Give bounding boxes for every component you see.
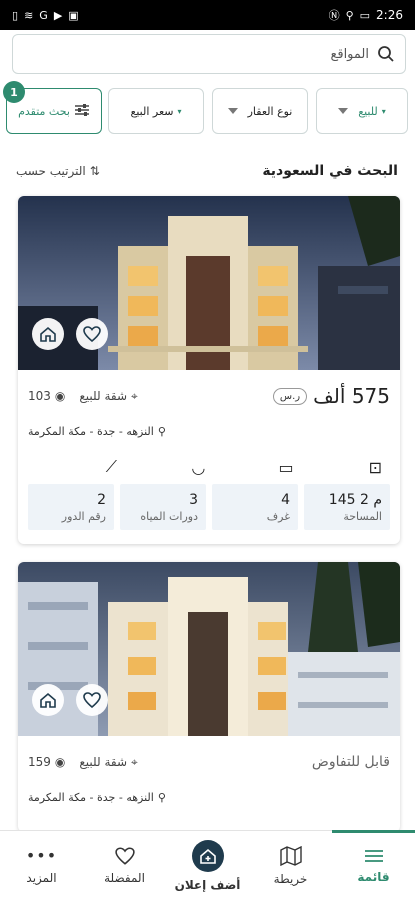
chevron-down-icon: ▾ [177, 106, 182, 116]
add-listing-circle [191, 839, 224, 872]
bed-icon: ▭ [278, 457, 294, 477]
listing-meta: 159 ◉ شقة للبيع ⌖ [28, 755, 138, 770]
advanced-search-label: بحث متقدم [18, 104, 70, 118]
listing-photo[interactable] [18, 196, 400, 370]
chevron-down-icon: ▾ [381, 106, 386, 116]
price-box: 575 ألف ر.س [272, 384, 390, 408]
location-icon: ⚲ [345, 8, 354, 22]
spec-cells-row: 2 رقم الدور 3 دورات المياه 4 غرف 145 م 2… [28, 484, 390, 530]
results-title: البحث في السعودية [262, 163, 398, 179]
results-header: الترتيب حسب ⇅ البحث في السعودية [16, 158, 398, 184]
spec-icons-row: ⟋ ◡ ▭ ⊡ [28, 456, 390, 478]
location-pin-icon: ⚲ [157, 424, 166, 438]
more-dots-icon: ••• [25, 846, 58, 865]
category-tag: شقة للبيع ⌖ [79, 388, 138, 404]
property-type-label: نوع العقار [247, 104, 293, 118]
price-filter-label: سعر البيع [130, 104, 174, 118]
views-count: 159 ◉ [28, 755, 66, 769]
map-icon [279, 845, 302, 866]
eye-icon: ◉ [54, 755, 66, 769]
tag-icon: ⌖ [131, 754, 138, 769]
listing-summary-row: 103 ◉ شقة للبيع ⌖ 575 ألف ر.س [18, 376, 400, 416]
listing-card[interactable]: 159 ◉ شقة للبيع ⌖ قابل للتفاوض ⚲ النزهه … [18, 562, 400, 832]
battery-icon: ▭ [359, 8, 371, 22]
listing-location: ⚲ النزهه - جدة - مكة المكرمة [28, 790, 166, 804]
nav-favorites[interactable]: المفضلة [83, 831, 166, 900]
spec-area: 145 م 2 المساحة [304, 484, 390, 530]
listing-photo[interactable] [18, 562, 400, 736]
stairs-icon: ⟋ [105, 457, 117, 476]
advanced-search-button[interactable]: 1 بحث متقدم [3, 81, 102, 134]
heart-icon [83, 326, 101, 342]
tag-icon: ⌖ [131, 388, 138, 403]
house-icon [40, 692, 56, 708]
filter-bar: 1 بحث متقدم سعر البيع ▾ نوع العقار للبيع… [3, 81, 408, 136]
spec-floor: 2 رقم الدور [28, 484, 114, 530]
nav-map[interactable]: خريطة [249, 831, 332, 900]
listing-specs: ⟋ ◡ ▭ ⊡ 2 رقم الدور 3 دورات المياه 4 غرف… [28, 456, 390, 530]
currency-badge: ر.س [272, 387, 308, 405]
listing-card[interactable]: 103 ◉ شقة للبيع ⌖ 575 ألف ر.س ⚲ النزهه -… [18, 196, 400, 544]
eye-icon: ◉ [54, 389, 66, 403]
status-icons-right: Ⓝ ⚲ ▭ 2:26 [329, 7, 403, 23]
dropdown-arrow-icon [338, 108, 349, 114]
listing-location: ⚲ النزهه - جدة - مكة المكرمة [28, 424, 166, 438]
property-type-dropdown[interactable]: نوع العقار [212, 88, 308, 134]
price-box: قابل للتفاوض [312, 754, 390, 770]
sort-button[interactable]: الترتيب حسب ⇅ [16, 164, 100, 178]
house-plus-icon [199, 848, 216, 864]
sim-icon: ▯ [12, 8, 19, 22]
listing-meta: 103 ◉ شقة للبيع ⌖ [28, 389, 138, 404]
price-filter-dropdown[interactable]: سعر البيع ▾ [108, 88, 204, 134]
list-icon [364, 849, 383, 862]
status-bar: ▯ ≋ G ▶ ▣ Ⓝ ⚲ ▭ 2:26 [0, 0, 415, 30]
nav-add-listing[interactable]: أضف إعلان [166, 831, 249, 900]
nfc-icon: Ⓝ [328, 9, 340, 22]
listing-price-negotiable: قابل للتفاوض [311, 754, 390, 770]
location-pin-icon: ⚲ [157, 790, 166, 804]
search-placeholder: المواقع [330, 46, 369, 62]
dropdown-arrow-icon [227, 108, 238, 114]
bottom-nav: ••• المزيد المفضلة أضف إعلان خريطة قائمة [0, 830, 415, 900]
filter-count-badge: 1 [3, 81, 25, 103]
house-icon [40, 326, 56, 342]
building-info-button[interactable] [32, 684, 64, 716]
spec-bathrooms: 3 دورات المياه [120, 484, 206, 530]
wifi-icon: ≋ [24, 8, 34, 22]
sort-label: الترتيب حسب [16, 164, 86, 178]
listing-summary-row: 159 ◉ شقة للبيع ⌖ قابل للتفاوض [18, 742, 400, 782]
heart-icon [83, 692, 101, 708]
spec-rooms: 4 غرف [212, 484, 298, 530]
nav-list[interactable]: قائمة [332, 830, 415, 900]
g-icon: G [39, 8, 48, 22]
status-time: 2:26 [376, 8, 403, 22]
category-tag: شقة للبيع ⌖ [79, 754, 138, 770]
search-input[interactable]: المواقع [12, 34, 406, 74]
building-info-button[interactable] [32, 318, 64, 350]
youtube-icon: ▣ [68, 8, 79, 22]
status-icons-left: ▯ ≋ G ▶ ▣ [12, 9, 79, 22]
purpose-dropdown[interactable]: للبيع ▾ [316, 88, 408, 134]
sliders-icon [74, 103, 90, 120]
search-icon [377, 45, 395, 63]
area-icon: ⊡ [368, 457, 382, 477]
nav-more[interactable]: ••• المزيد [0, 831, 83, 900]
purpose-label: للبيع [358, 104, 378, 118]
bathtub-icon: ◡ [191, 457, 206, 477]
play-icon: ▶ [53, 8, 63, 22]
views-count: 103 ◉ [28, 389, 66, 403]
listing-price: 575 ألف [313, 384, 390, 408]
favorite-button[interactable] [76, 684, 108, 716]
favorite-button[interactable] [76, 318, 108, 350]
heart-icon [114, 846, 135, 865]
sort-arrows-icon: ⇅ [89, 164, 100, 178]
